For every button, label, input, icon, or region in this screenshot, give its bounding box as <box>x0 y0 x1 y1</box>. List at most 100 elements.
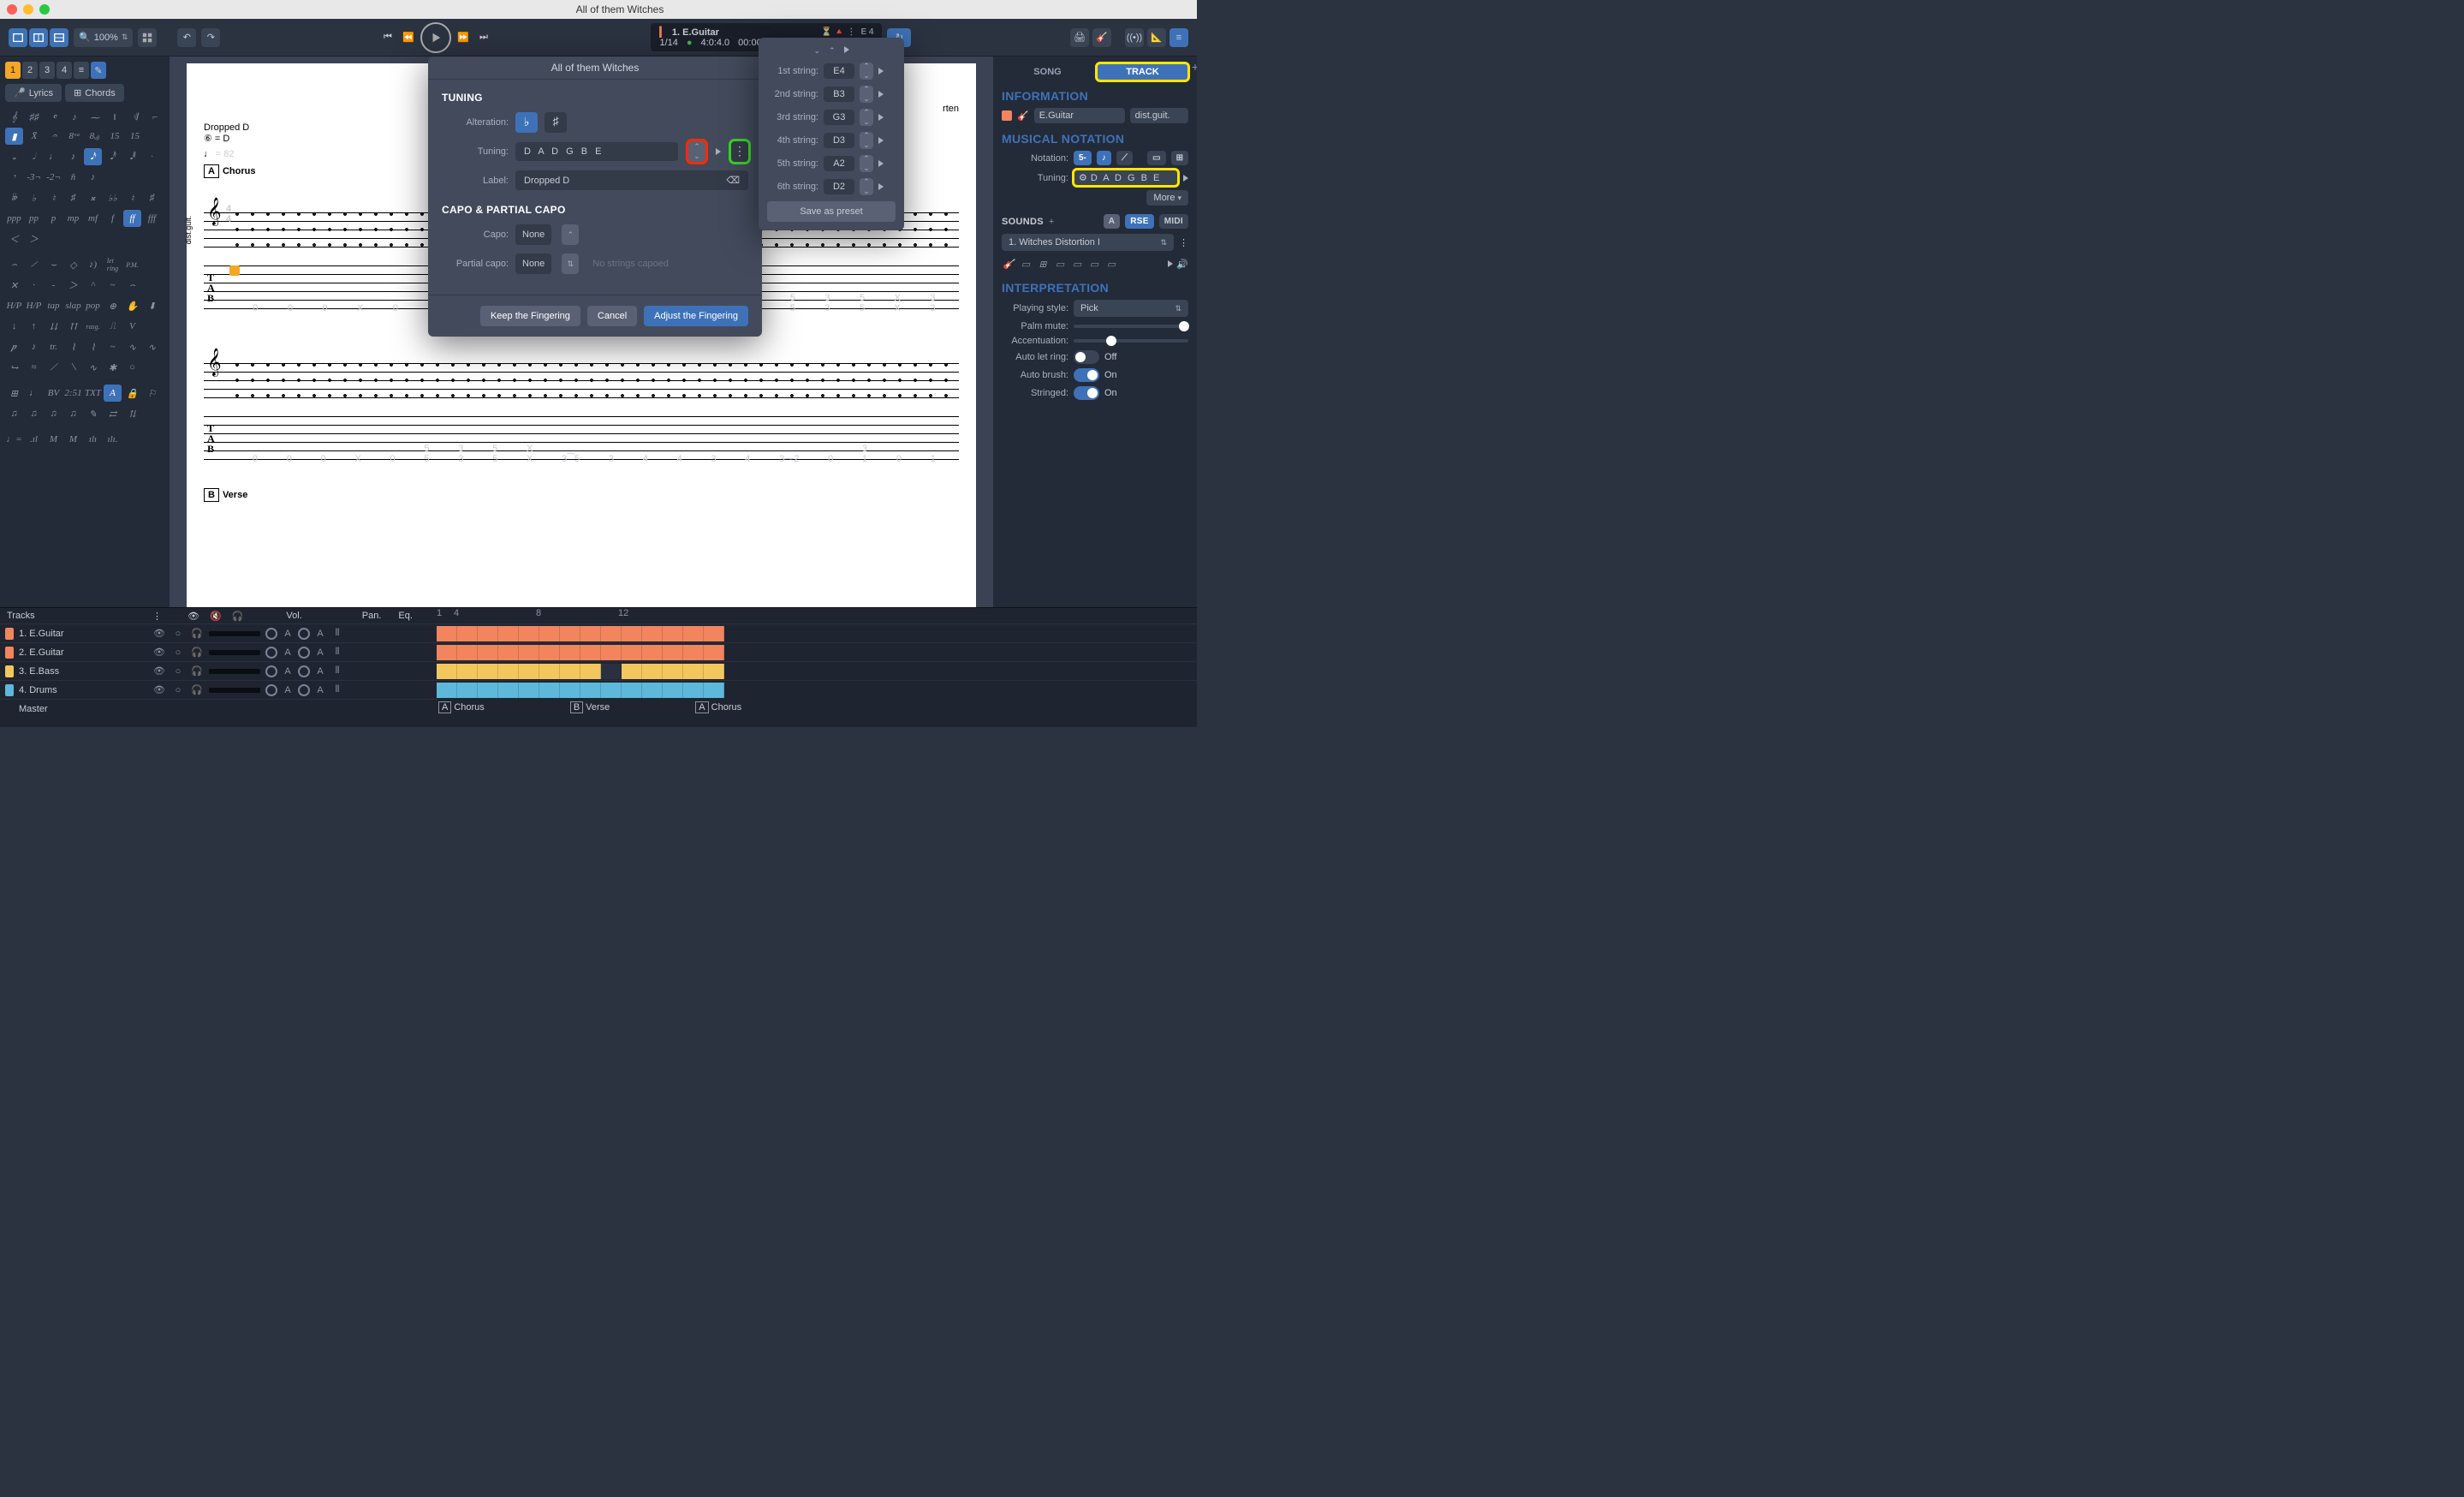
solo-icon[interactable]: 🎧 <box>190 665 204 677</box>
play-string-2-icon[interactable] <box>878 91 884 98</box>
sound-select[interactable]: 1. Witches Distortion I ⇅ <box>1002 234 1174 251</box>
thirtysecond-note[interactable]: 𝅘𝅥𝅰 <box>104 148 122 165</box>
dyn-fff[interactable]: fff <box>143 210 161 227</box>
tab-song[interactable]: SONG <box>1002 63 1093 81</box>
eq-icon[interactable]: ⦀ <box>330 684 344 695</box>
midi-badge[interactable]: MIDI <box>1159 214 1188 229</box>
maximize-window-button[interactable] <box>39 4 50 15</box>
rse-badge[interactable]: RSE <box>1125 214 1153 229</box>
track-row-1[interactable]: 1. E.Guitar 👁 ○ 🎧 A A ⦀ <box>0 623 437 642</box>
chevron-up-icon[interactable]: ⌃ <box>829 46 836 56</box>
15mb-icon[interactable]: 15 <box>126 128 144 145</box>
visibility-icon[interactable]: 👁 <box>152 684 166 695</box>
string-4-stepper[interactable]: ⌃⌄ <box>860 132 873 149</box>
string-2-value[interactable]: B3 <box>824 86 854 102</box>
triplet-icon[interactable]: ⁓ <box>86 109 104 126</box>
string-1-value[interactable]: E4 <box>824 63 854 79</box>
solo-icon[interactable]: 🎧 <box>190 684 204 695</box>
adjust-fingering-button[interactable]: Adjust the Fingering <box>644 306 748 326</box>
expand-effects-icon[interactable] <box>1168 260 1173 267</box>
track-row-2[interactable]: 2. E.Guitar 👁 ○ 🎧 A A ⦀ <box>0 642 437 661</box>
string-3-value[interactable]: G3 <box>824 110 854 125</box>
notation-standard-btn[interactable]: 5- <box>1074 151 1092 165</box>
track-select-1[interactable]: 1 <box>5 62 21 79</box>
partial-capo-select[interactable]: None <box>515 253 551 274</box>
playing-style-select[interactable]: Pick⇅ <box>1074 300 1188 317</box>
track-select-2[interactable]: 2 <box>22 62 38 79</box>
string-6-value[interactable]: D2 <box>824 179 854 194</box>
play-string-5-icon[interactable] <box>878 160 884 167</box>
timeline-row[interactable] <box>437 642 1197 661</box>
text-icon[interactable]: X̄ <box>26 128 44 145</box>
forward-button[interactable]: ⏩ <box>455 29 472 46</box>
decrescendo[interactable]: ＞ <box>25 230 43 248</box>
metronome-button[interactable]: 📐 <box>1147 28 1166 47</box>
dotted-note[interactable]: · <box>143 148 161 165</box>
play-string-4-icon[interactable] <box>878 137 884 144</box>
track-name-field[interactable]: E.Guitar <box>1034 108 1125 123</box>
save-preset-button[interactable]: Save as preset <box>767 201 896 222</box>
track-select-4[interactable]: 4 <box>57 62 72 79</box>
mute-icon[interactable]: ○ <box>171 685 185 695</box>
string-2-stepper[interactable]: ⌃⌄ <box>860 86 873 103</box>
fretboard-button[interactable]: 🎸 <box>1092 28 1111 47</box>
barline-icon[interactable]: ‖ <box>106 109 124 126</box>
tuner-button[interactable]: ((•)) <box>1125 28 1144 47</box>
repeat-icon[interactable]: 𝄇 <box>126 109 144 126</box>
volume-knob[interactable] <box>265 665 277 677</box>
octave-icon[interactable]: 8ᵛᵃ <box>66 128 84 145</box>
quarter-note[interactable]: ♩ <box>45 148 62 165</box>
track-short-field[interactable]: dist.guit. <box>1130 108 1188 123</box>
pan-knob[interactable] <box>298 665 310 677</box>
visibility-icon[interactable]: 👁 <box>152 628 166 639</box>
add-panel-button[interactable]: + <box>1192 60 1197 74</box>
sound-a-badge[interactable]: A <box>1104 214 1121 229</box>
section-icon[interactable]: ▮ <box>5 128 23 145</box>
double-sharp[interactable]: 𝄪 <box>84 189 102 206</box>
pan-knob[interactable] <box>298 684 310 696</box>
add-sound-button[interactable]: + <box>1049 217 1055 227</box>
pan-knob[interactable] <box>298 647 310 659</box>
volume-knob[interactable] <box>265 684 277 696</box>
clef-icon[interactable]: 𝄞 <box>5 109 23 126</box>
string-4-value[interactable]: D3 <box>824 133 854 148</box>
15ma-icon[interactable]: 15 <box>106 128 124 145</box>
auto-let-ring-toggle[interactable] <box>1074 350 1099 364</box>
more-button[interactable]: More ▾ <box>1146 190 1188 206</box>
lyrics-button[interactable]: 🎤Lyrics <box>5 84 62 102</box>
palm-mute-slider[interactable] <box>1074 325 1188 328</box>
timeline-row[interactable] <box>437 623 1197 642</box>
master-track[interactable]: Master <box>19 704 147 714</box>
capo-stepper[interactable]: ⌃ <box>562 224 579 245</box>
sixteenth-note[interactable]: 𝅘𝅥𝅯 <box>84 148 102 165</box>
tuning-stepper[interactable]: ⌃⌄ <box>688 141 705 162</box>
minimize-window-button[interactable] <box>23 4 33 15</box>
solo-icon[interactable]: 🎧 <box>190 628 204 639</box>
grid-view-button[interactable] <box>138 28 157 47</box>
close-window-button[interactable] <box>7 4 17 15</box>
volume-knob[interactable] <box>265 628 277 640</box>
layout-vertical-button[interactable] <box>50 28 68 47</box>
note-icon[interactable]: ♪ <box>66 109 84 126</box>
partial-capo-stepper[interactable]: ⇅ <box>562 253 579 274</box>
redo-button[interactable]: ↷ <box>201 28 220 47</box>
tuning-play-icon[interactable] <box>716 148 721 155</box>
flat[interactable]: ♭ <box>25 189 43 206</box>
mute-icon[interactable]: ○ <box>171 666 185 677</box>
string-5-value[interactable]: A2 <box>824 156 854 171</box>
mute-icon[interactable]: ○ <box>171 629 185 639</box>
mute-icon[interactable]: ○ <box>171 647 185 658</box>
mixer-button[interactable]: ≡ <box>1170 28 1188 47</box>
eq-icon[interactable]: ⦀ <box>330 665 344 677</box>
timesig-icon[interactable]: 𝄴 <box>45 109 63 126</box>
string-3-stepper[interactable]: ⌃⌄ <box>860 109 873 126</box>
capo-select[interactable]: None <box>515 224 551 245</box>
chevron-down-icon[interactable]: ⌄ <box>813 46 820 56</box>
notation-opt2-btn[interactable]: ⊞ <box>1171 151 1188 165</box>
sound-menu-icon[interactable]: ⋮ <box>1179 237 1188 248</box>
zoom-control[interactable]: 🔍 100% ⇅ <box>74 28 133 47</box>
stringed-toggle[interactable] <box>1074 386 1099 400</box>
tuning-field[interactable]: ⚙ D A D G B E <box>1074 170 1178 186</box>
solo-icon[interactable]: 🎧 <box>190 647 204 658</box>
dyn-p[interactable]: p <box>45 210 62 227</box>
